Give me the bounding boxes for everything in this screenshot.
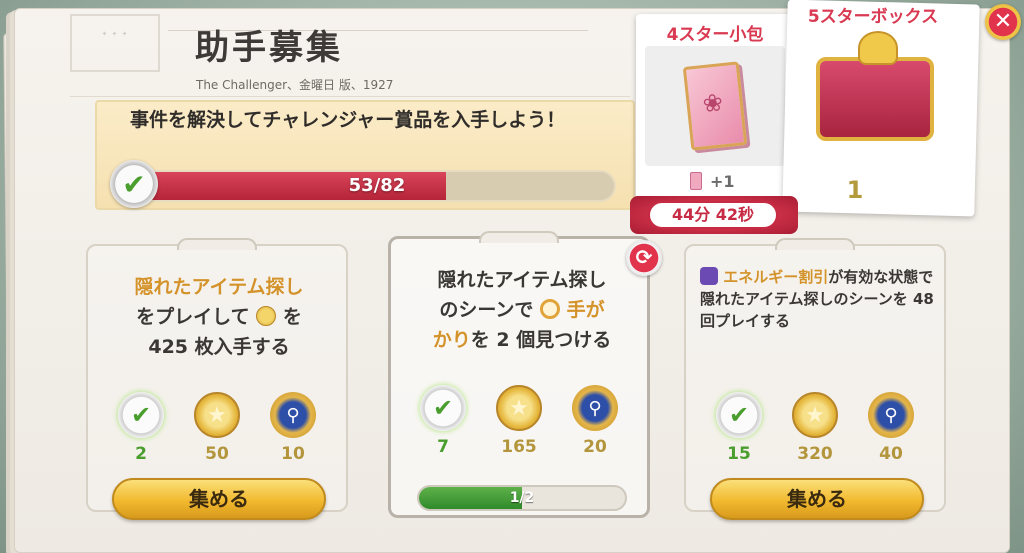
- mission-3-collect-button[interactable]: 集める: [710, 478, 924, 520]
- energy-icon: [700, 267, 718, 285]
- mission-1-text-mid: をプレイして: [136, 306, 250, 328]
- mission-3-rewards: ✔ 15 ★ 320 ⚲ 40: [686, 392, 944, 464]
- five-star-box-title: 5スターボックス: [807, 7, 939, 27]
- magnifier-medal-icon: ⚲: [572, 385, 618, 431]
- mini-pack-icon: [690, 172, 702, 190]
- reward-coins: ★ 320: [787, 392, 843, 464]
- star-coin-icon: ★: [194, 392, 240, 438]
- checkmark-badge-icon: ✔: [420, 385, 466, 431]
- newspaper-stamp-logo: ✦ ✦ ✦: [70, 14, 160, 72]
- mission-card-3: エネルギー割引が有効な状態で隠れたアイテム探しのシーンを 48 回プレイする ✔…: [684, 238, 946, 520]
- four-star-pack-count: +1: [710, 172, 735, 191]
- card-corner-ornament: [479, 231, 559, 243]
- mission-2-highlight-2: かり: [432, 329, 471, 351]
- clue-magnifier-icon: [540, 299, 561, 319]
- mission-2-description: 隠れたアイテム探し のシーンで 手が かりを 2 個見つける: [405, 265, 639, 355]
- mission-1-highlight: 隠れたアイテム探し: [134, 276, 304, 298]
- checkmark-badge-icon: ✔: [716, 392, 762, 438]
- countdown-timer: 44分 42秒: [648, 201, 778, 229]
- mission-card-2: 隠れたアイテム探し のシーンで 手が かりを 2 個見つける ✔ 7 ★ 165…: [388, 231, 650, 518]
- treasure-chest-icon: [816, 31, 934, 141]
- mission-2-text-b: のシーンで: [439, 299, 534, 321]
- mission-3-highlight: エネルギー割引: [723, 268, 829, 286]
- five-star-box-image: [800, 31, 950, 162]
- star-coin-icon: ★: [496, 385, 542, 431]
- magnifier-medal-icon: ⚲: [868, 392, 914, 438]
- four-star-pack-image: [645, 46, 785, 166]
- reward-check: ✔ 7: [415, 385, 471, 457]
- coin-icon: [256, 306, 277, 326]
- reward-magnifier-value: 10: [281, 444, 305, 464]
- mission-2-rewards: ✔ 7 ★ 165 ⚲ 20: [391, 385, 647, 457]
- mission-3-description: エネルギー割引が有効な状態で隠れたアイテム探しのシーンを 48 回プレイする: [700, 266, 934, 332]
- close-button[interactable]: ✕: [985, 4, 1021, 40]
- reward-magnifier: ⚲ 10: [265, 392, 321, 464]
- mission-1-text-end: 425 枚入手する: [148, 336, 290, 358]
- checkmark-badge-icon: ✔: [110, 160, 158, 208]
- card-corner-ornament: [775, 238, 855, 250]
- refresh-icon: ⟳: [635, 245, 653, 269]
- reward-magnifier-value: 40: [879, 444, 903, 464]
- reward-check: ✔ 2: [113, 392, 169, 464]
- page-title: 助手募集: [195, 28, 343, 68]
- mission-2-progress-bar: 1/2: [417, 485, 627, 511]
- close-icon: ✕: [993, 9, 1013, 34]
- reward-check: ✔ 15: [711, 392, 767, 464]
- star-coin-icon: ★: [792, 392, 838, 438]
- reward-coins-value: 165: [501, 437, 537, 457]
- reward-check-value: 7: [437, 437, 449, 457]
- reward-coins-value: 50: [205, 444, 229, 464]
- reward-check-value: 15: [727, 444, 751, 464]
- refresh-mission-button[interactable]: ⟳: [626, 240, 662, 276]
- mission-card-1: 隠れたアイテム探し をプレイして を 425 枚入手する ✔ 2 ★ 50 ⚲ …: [86, 238, 348, 520]
- four-star-pack-title: 4スター小包: [666, 25, 764, 45]
- reward-check-value: 2: [135, 444, 147, 464]
- mission-1-text-after: を: [282, 306, 302, 328]
- five-star-box-count: 1: [846, 176, 864, 204]
- card-corner-ornament: [177, 238, 257, 250]
- mission-1-description: 隠れたアイテム探し をプレイして を 425 枚入手する: [102, 272, 336, 362]
- objective-progress-label: 53/82: [348, 175, 406, 196]
- reward-coins: ★ 165: [491, 385, 547, 457]
- magnifier-medal-icon: ⚲: [270, 392, 316, 438]
- mission-2-highlight-1: 手が: [566, 299, 605, 321]
- mission-1-rewards: ✔ 2 ★ 50 ⚲ 10: [88, 392, 346, 464]
- page-subtitle: The Challenger、金曜日 版、1927: [196, 78, 394, 92]
- checkmark-badge-icon: ✔: [118, 392, 164, 438]
- mission-1-collect-button[interactable]: 集める: [112, 478, 326, 520]
- objective-text: 事件を解決してチャレンジャー賞品を入手しよう！: [130, 109, 566, 131]
- reward-magnifier: ⚲ 40: [863, 392, 919, 464]
- card-pack-icon: [682, 61, 748, 151]
- reward-coins-value: 320: [797, 444, 833, 464]
- mission-2-text-a: 隠れたアイテム探し: [437, 269, 607, 291]
- reward-coins: ★ 50: [189, 392, 245, 464]
- header-divider-lower: [70, 96, 630, 97]
- mission-2-progress-label: 1/2: [509, 490, 535, 506]
- mission-2-text-c: を 2 個見つける: [470, 329, 612, 351]
- reward-magnifier: ⚲ 20: [567, 385, 623, 457]
- reward-magnifier-value: 20: [583, 437, 607, 457]
